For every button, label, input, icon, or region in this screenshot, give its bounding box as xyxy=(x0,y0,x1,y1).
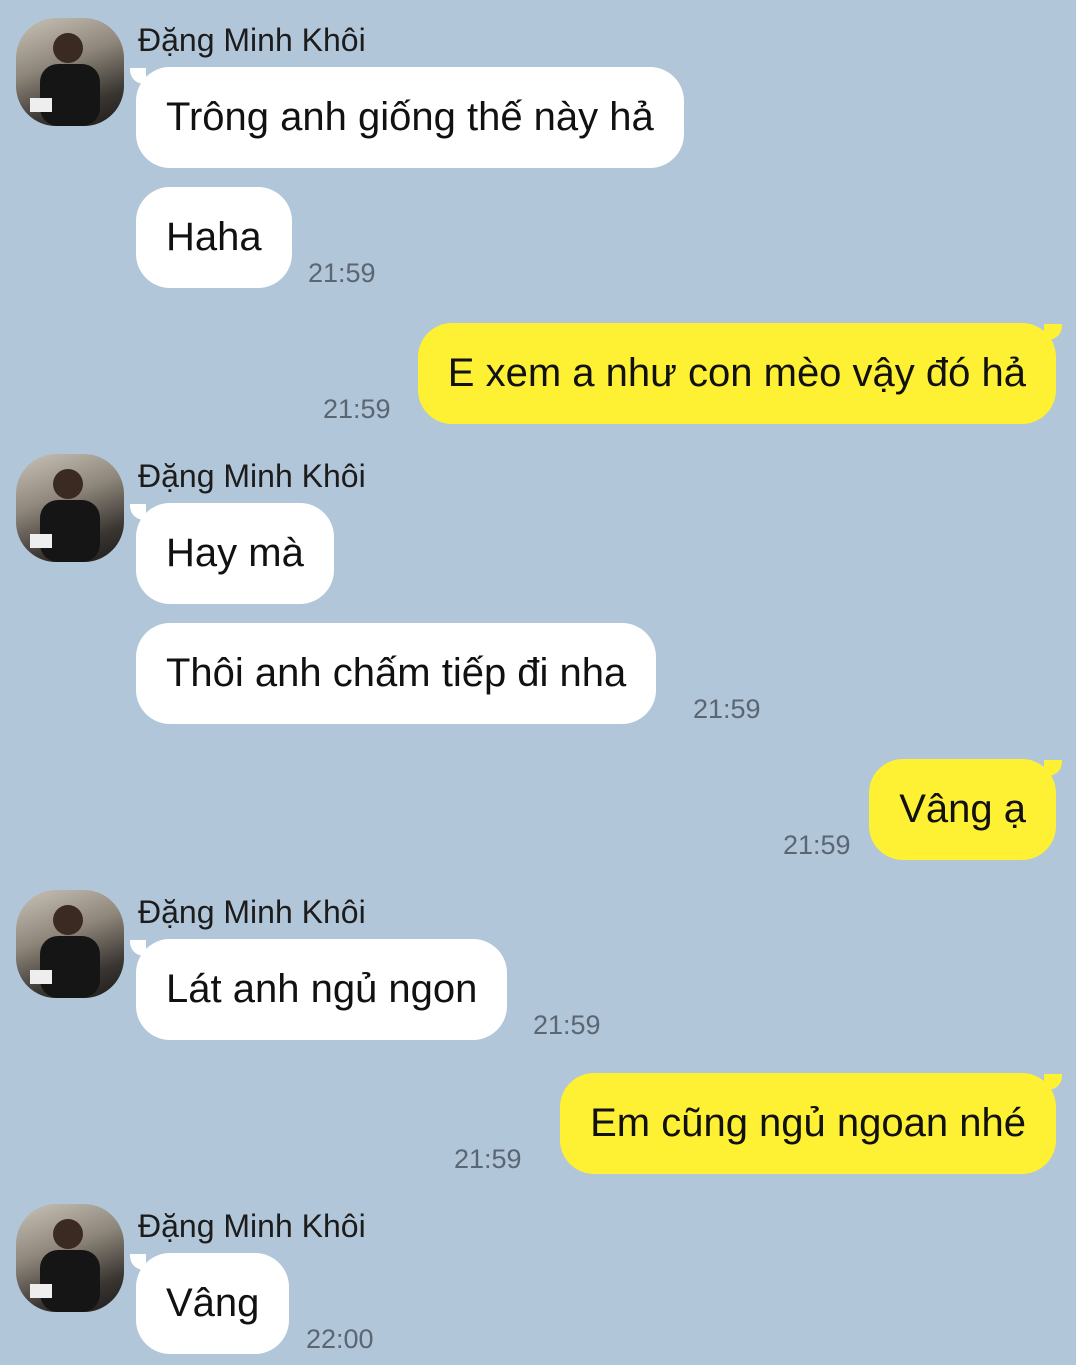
message-timestamp: 22:00 xyxy=(306,1324,374,1354)
sender-name: Đặng Minh Khôi xyxy=(138,458,366,494)
sender-name: Đặng Minh Khôi xyxy=(138,894,366,930)
incoming-message[interactable]: Haha xyxy=(136,187,292,288)
contact-avatar[interactable] xyxy=(16,1204,124,1312)
contact-avatar[interactable] xyxy=(16,454,124,562)
sender-name: Đặng Minh Khôi xyxy=(138,22,366,58)
outgoing-message[interactable]: Vâng ạ xyxy=(869,759,1056,860)
contact-avatar[interactable] xyxy=(16,890,124,998)
outgoing-message[interactable]: E xem a như con mèo vậy đó hả xyxy=(417,323,1056,424)
outgoing-message[interactable]: Em cũng ngủ ngoan nhé xyxy=(560,1073,1056,1174)
chat-screen: { "chat": { "contact_name": "Đặng Minh K… xyxy=(0,0,1076,1365)
contact-avatar[interactable] xyxy=(16,18,124,126)
message-timestamp: 21:59 xyxy=(323,394,391,424)
incoming-message[interactable]: Trông anh giống thế này hả xyxy=(136,67,684,168)
incoming-message[interactable]: Lát anh ngủ ngon xyxy=(136,939,508,1040)
message-timestamp: 21:59 xyxy=(454,1144,522,1174)
incoming-message[interactable]: Hay mà xyxy=(136,503,334,604)
message-timestamp: 21:59 xyxy=(783,830,851,860)
message-timestamp: 21:59 xyxy=(693,694,761,724)
incoming-message[interactable]: Vâng xyxy=(136,1253,290,1354)
message-timestamp: 21:59 xyxy=(533,1010,601,1040)
sender-name: Đặng Minh Khôi xyxy=(138,1208,366,1244)
incoming-message[interactable]: Thôi anh chấm tiếp đi nha xyxy=(136,623,657,724)
message-timestamp: 21:59 xyxy=(308,258,376,288)
